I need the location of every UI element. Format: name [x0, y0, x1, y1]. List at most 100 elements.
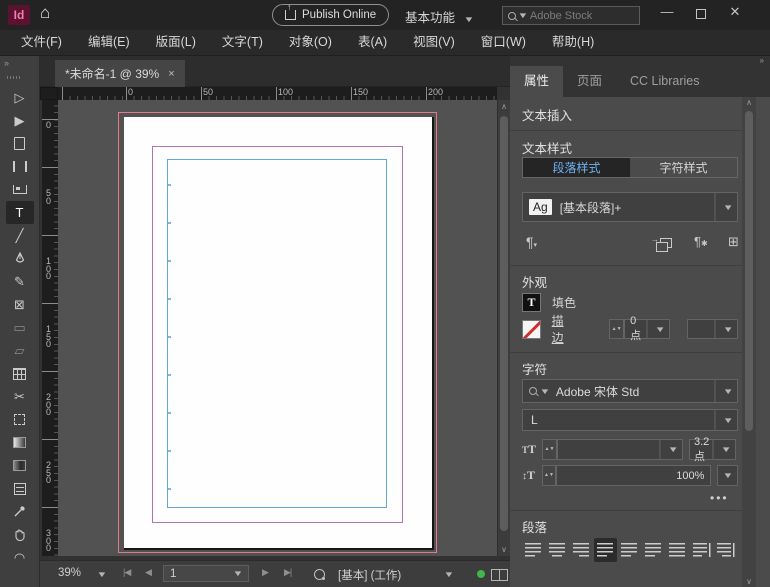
- scroll-up-icon[interactable]: ∧: [498, 102, 510, 111]
- fill-color-swatch-icon[interactable]: T: [522, 293, 541, 312]
- menu-item[interactable]: 表(A): [345, 30, 400, 55]
- scroll-down-icon[interactable]: ∨: [743, 577, 755, 586]
- publish-online-button[interactable]: Publish Online: [272, 4, 389, 26]
- line-tool[interactable]: ╱: [6, 224, 34, 247]
- menu-item[interactable]: 帮助(H): [539, 30, 607, 55]
- ruler-origin-box[interactable]: [40, 87, 58, 100]
- menu-item[interactable]: 窗口(W): [468, 30, 539, 55]
- menu-item[interactable]: 编辑(E): [75, 30, 143, 55]
- scissors-tool[interactable]: ✂: [6, 385, 34, 408]
- maximize-button[interactable]: [689, 7, 713, 22]
- frame-grid-tool[interactable]: [6, 362, 34, 385]
- font-style-dropdown[interactable]: L ▼: [522, 409, 738, 431]
- document-canvas[interactable]: [58, 100, 497, 556]
- align-toward-spine-button[interactable]: [690, 538, 713, 562]
- menu-item[interactable]: 文件(F): [8, 30, 75, 55]
- menu-item[interactable]: 版面(L): [143, 30, 209, 55]
- justify-center-button[interactable]: [618, 538, 641, 562]
- collapse-panel-icon[interactable]: »: [4, 58, 9, 68]
- previous-page-button[interactable]: ◀: [145, 567, 151, 578]
- align-center-button[interactable]: [546, 538, 569, 562]
- first-page-button[interactable]: |◀: [123, 567, 130, 578]
- vertical-scale-field[interactable]: 100%: [556, 465, 711, 486]
- note-tool[interactable]: [6, 477, 34, 500]
- horizontal-ruler[interactable]: 050100150200: [58, 87, 497, 100]
- align-left-button[interactable]: [522, 538, 545, 562]
- panel-grip-icon[interactable]: [7, 76, 21, 79]
- fill-label[interactable]: 填色: [552, 294, 576, 311]
- paragraph-style-tab[interactable]: 段落样式: [523, 158, 630, 177]
- font-size-dropdown[interactable]: ▼: [557, 439, 683, 460]
- justify-right-button[interactable]: [642, 538, 665, 562]
- minimize-button[interactable]: —: [655, 4, 679, 19]
- rectangle-tool[interactable]: ▭: [6, 316, 34, 339]
- close-button[interactable]: ✕: [723, 4, 747, 20]
- direct-selection-tool[interactable]: ▶: [6, 109, 34, 132]
- font-family-dropdown[interactable]: ▼ Adobe 宋体 Std ▼: [522, 379, 738, 403]
- hand-tool[interactable]: [6, 523, 34, 546]
- stroke-none-swatch-icon[interactable]: [522, 320, 541, 339]
- document-close-icon[interactable]: ×: [168, 68, 174, 80]
- panel-tab-属性[interactable]: 属性: [510, 66, 563, 97]
- preflight-chevron-icon[interactable]: ▼: [443, 570, 454, 579]
- menu-item[interactable]: 视图(V): [400, 30, 468, 55]
- new-style-icon[interactable]: ⊞: [728, 234, 739, 250]
- align-away-spine-button[interactable]: [714, 538, 737, 562]
- panel-tab-CC Libraries[interactable]: CC Libraries: [616, 66, 713, 97]
- panel-tab-页面[interactable]: 页面: [563, 66, 616, 97]
- gradient-swatch-tool[interactable]: [6, 431, 34, 454]
- scroll-down-icon[interactable]: ∨: [498, 545, 510, 554]
- page-number-field[interactable]: 1 ▼: [163, 565, 249, 582]
- next-page-button[interactable]: ▶: [262, 567, 268, 578]
- scrollbar-thumb[interactable]: [745, 111, 753, 431]
- stroke-label[interactable]: 描边: [552, 312, 575, 346]
- search-input[interactable]: ▼ Adobe Stock: [502, 6, 640, 25]
- justify-all-button[interactable]: [666, 538, 689, 562]
- vertical-ruler[interactable]: 05 01 0 01 5 02 0 02 5 03 0 0: [42, 100, 58, 556]
- zoom-level-value[interactable]: 39%: [58, 567, 81, 579]
- eyedropper-tool[interactable]: [6, 500, 34, 523]
- clear-overrides-icon[interactable]: ¶✱: [694, 234, 708, 249]
- gradient-feather-tool[interactable]: [6, 454, 34, 477]
- scroll-up-icon[interactable]: ∧: [743, 98, 755, 107]
- spread-view-icon[interactable]: [491, 569, 508, 581]
- home-icon[interactable]: ⌂: [40, 3, 50, 23]
- menu-item[interactable]: 对象(O): [276, 30, 345, 55]
- font-size-stepper[interactable]: ▲▼: [542, 439, 557, 460]
- canvas-vertical-scrollbar[interactable]: ∧ ∨: [497, 100, 510, 556]
- page-tool[interactable]: [6, 132, 34, 155]
- workspace-switcher[interactable]: 基本功能 ▼: [405, 7, 472, 26]
- last-page-button[interactable]: ▶|: [284, 567, 291, 578]
- polygon-tool[interactable]: ▱: [6, 339, 34, 362]
- more-options-button[interactable]: •••: [710, 491, 770, 505]
- stroke-weight-value[interactable]: 0 点 ▼: [624, 319, 670, 339]
- pencil-tool[interactable]: ✎: [6, 270, 34, 293]
- vertical-scale-stepper[interactable]: ▲▼: [542, 465, 557, 486]
- menu-item[interactable]: 文字(T): [209, 30, 276, 55]
- text-frame[interactable]: [167, 159, 387, 508]
- align-right-button[interactable]: [570, 538, 593, 562]
- paragraph-options-icon[interactable]: ¶▾: [526, 234, 537, 250]
- selection-tool[interactable]: ▷: [6, 86, 34, 109]
- justify-left-button[interactable]: [594, 538, 617, 562]
- load-styles-icon[interactable]: [656, 237, 672, 251]
- preflight-profile-label[interactable]: [基本] (工作): [338, 567, 401, 583]
- document-tab[interactable]: *未命名-1 @ 39% ×: [55, 60, 185, 87]
- paragraph-style-dropdown[interactable]: Ag [基本段落]+ ▼: [522, 192, 738, 222]
- stroke-weight-stepper[interactable]: ▲▼: [609, 319, 624, 339]
- gap-tool[interactable]: [6, 155, 34, 178]
- stroke-type-dropdown[interactable]: ▼: [687, 319, 738, 339]
- scrollbar-thumb[interactable]: [500, 116, 508, 531]
- pen-tool[interactable]: [6, 247, 34, 270]
- rectangle-frame-tool[interactable]: ⊠: [6, 293, 34, 316]
- zoom-chevron-icon[interactable]: ▼: [96, 570, 107, 579]
- character-style-tab[interactable]: 字符样式: [630, 158, 737, 177]
- type-tool[interactable]: T: [6, 201, 34, 224]
- indesign-logo-icon[interactable]: Id: [8, 5, 30, 25]
- leading-value-dropdown[interactable]: 3.2 点 ▼: [689, 439, 736, 460]
- panel-scrollbar[interactable]: ∧ ∨: [742, 97, 756, 587]
- vertical-scale-dropdown[interactable]: ▼: [717, 465, 738, 486]
- preflight-menu-icon[interactable]: [314, 569, 325, 580]
- free-transform-tool[interactable]: [6, 408, 34, 431]
- zoom-tool[interactable]: ◠: [6, 546, 34, 569]
